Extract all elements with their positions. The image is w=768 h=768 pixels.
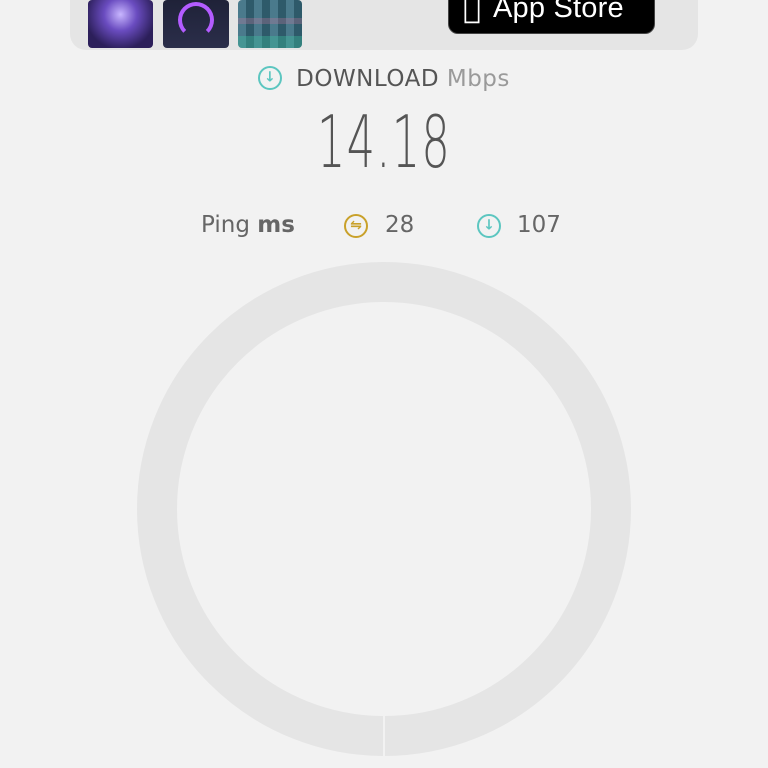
speed-gauge-ring — [137, 262, 631, 756]
download-arrow-icon: ↓ — [477, 214, 501, 238]
speedometer-graphic — [178, 2, 214, 38]
gauge-track — [137, 262, 631, 756]
download-unit: Mbps — [446, 66, 510, 92]
app-screenshot-thumbnail — [88, 0, 153, 48]
jitter-icon: ⇋ — [344, 214, 368, 238]
ping-jitter-value: 28 — [385, 212, 415, 238]
ping-download-value: 107 — [517, 212, 561, 238]
download-header: ↓ DOWNLOAD Mbps — [0, 66, 768, 92]
app-screenshot-thumbnail — [163, 0, 229, 48]
ping-row: Ping ms ⇋ 28 ↓ 107 — [0, 212, 768, 244]
apple-logo-icon:  — [463, 0, 481, 24]
ping-label-prefix: Ping — [201, 212, 250, 238]
download-speed-value: 14.18 — [317, 100, 451, 184]
ping-label-unit: ms — [257, 212, 295, 238]
download-title: DOWNLOAD — [296, 66, 440, 92]
app-screenshot-thumbnail — [238, 0, 302, 48]
map-graphic — [238, 0, 302, 48]
ping-label: Ping ms — [201, 212, 295, 238]
download-arrow-icon: ↓ — [258, 66, 283, 90]
app-store-label: App Store — [475, 0, 624, 24]
app-store-button[interactable]:  App Store — [448, 0, 655, 34]
